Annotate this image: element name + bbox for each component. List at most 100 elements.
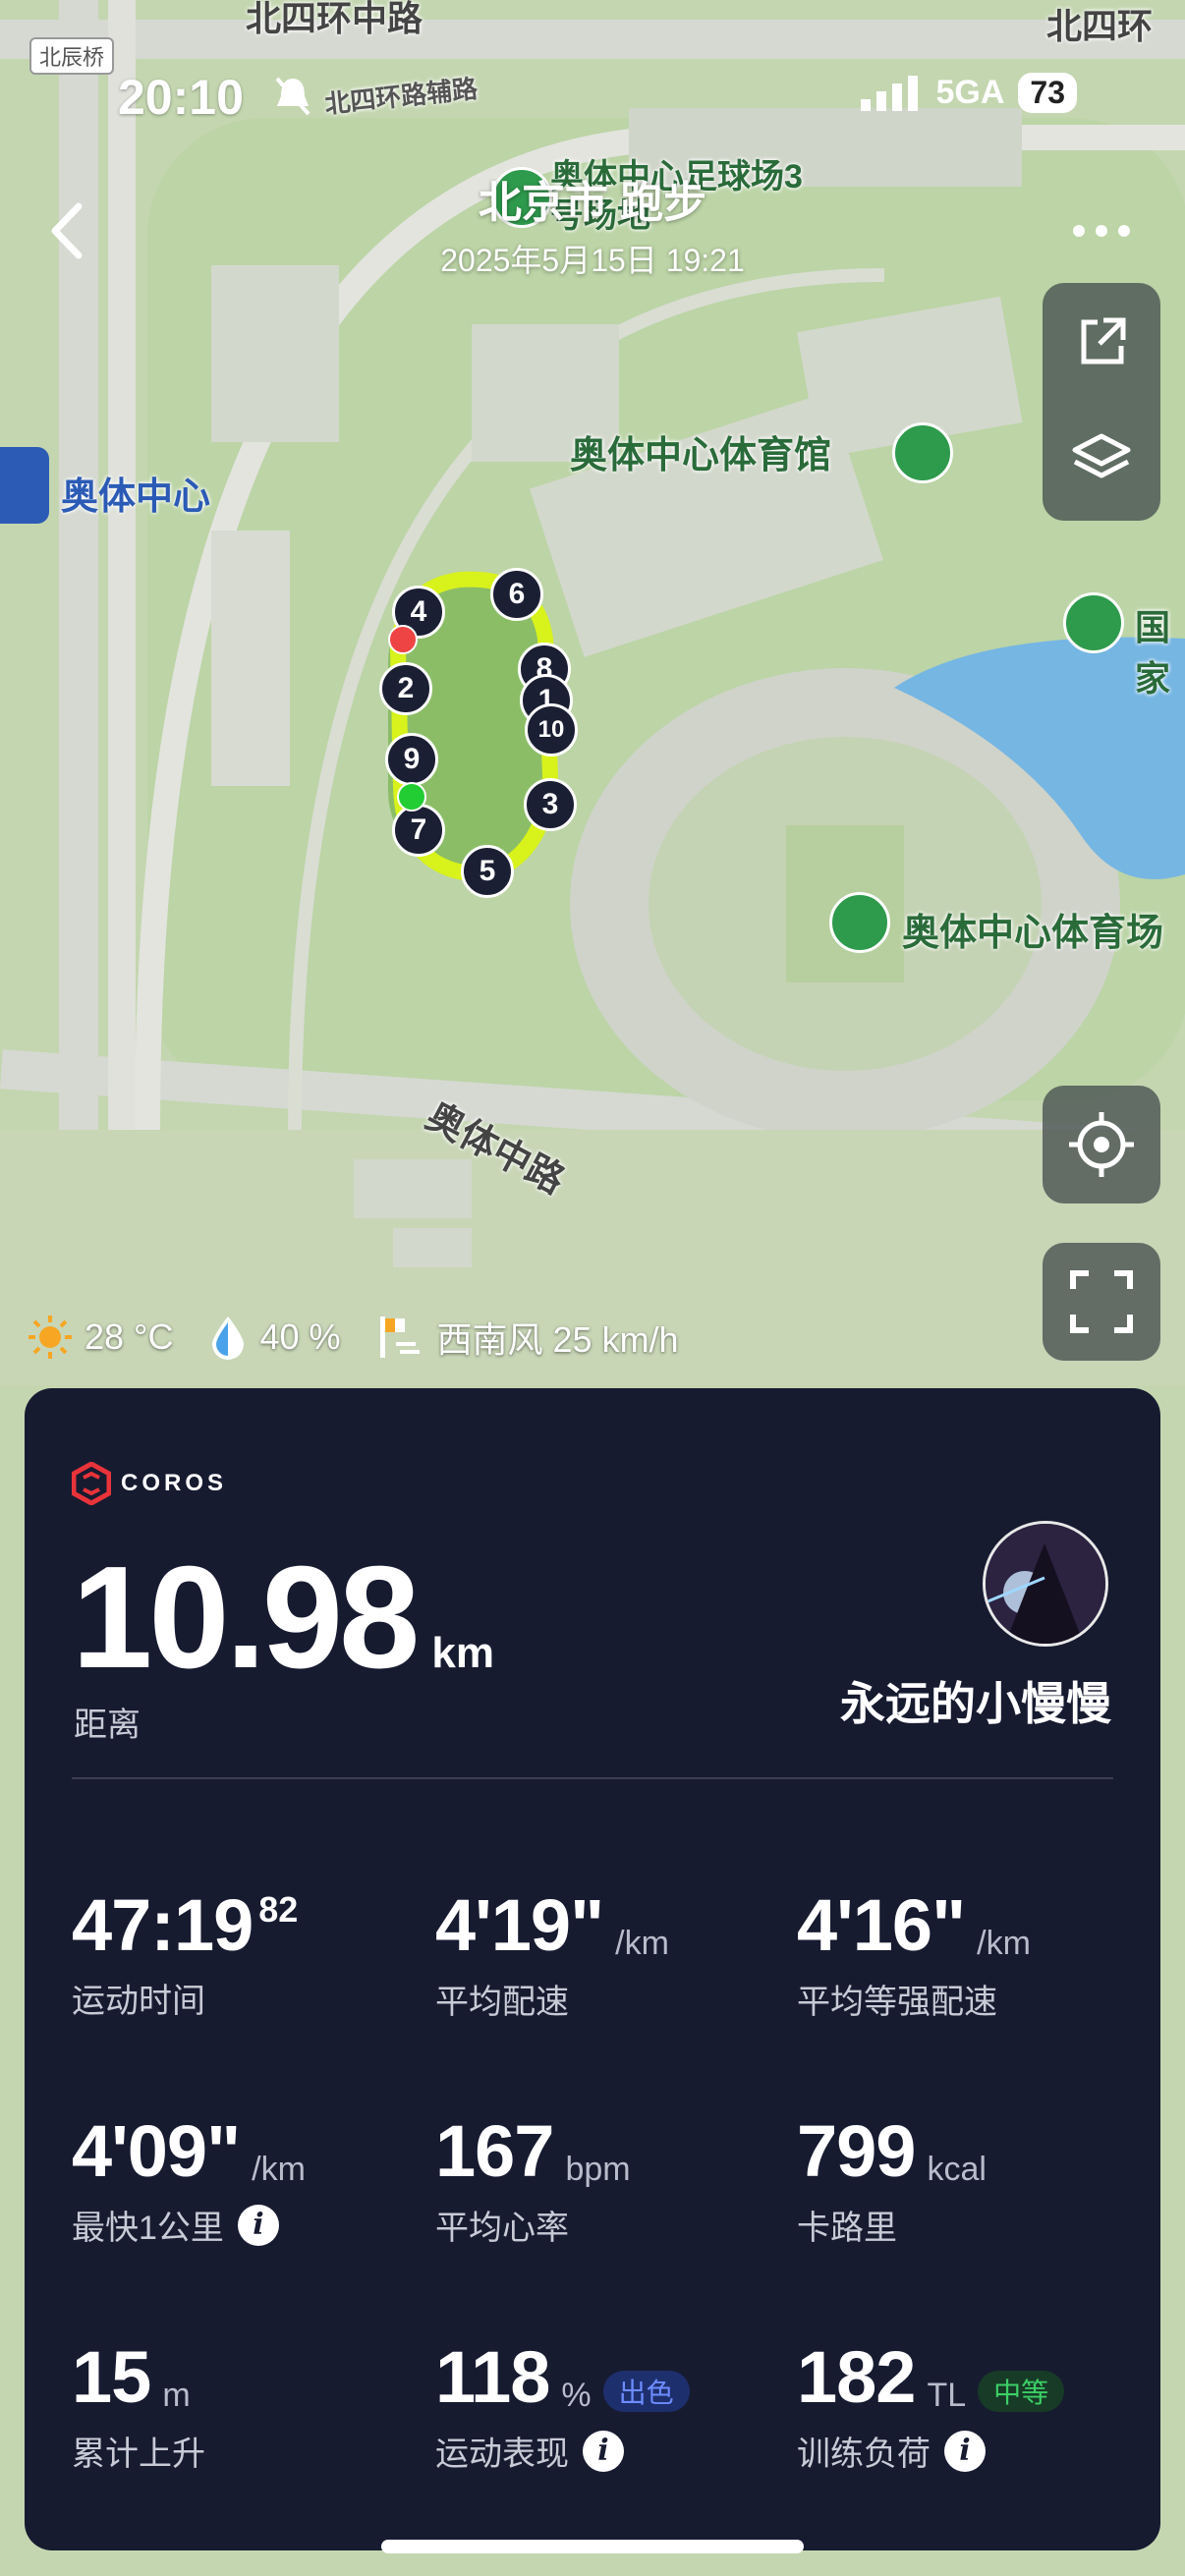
stat-label-row: 卡路里 bbox=[797, 2201, 1151, 2249]
stat-unit: m bbox=[162, 2377, 191, 2414]
stat-value-row: 4'19"/km bbox=[435, 1889, 789, 1963]
brand-logo: COROS bbox=[72, 1462, 227, 1505]
venue-icon bbox=[829, 892, 890, 953]
stat-item: 799 kcal 卡路里 bbox=[797, 2115, 1151, 2249]
stat-value-row: 47:19 82 bbox=[72, 1889, 425, 1962]
stat-value-row: 167 bpm bbox=[435, 2115, 789, 2189]
wind: 西南风 25 km/h bbox=[436, 1319, 679, 1360]
km-marker: 7 bbox=[392, 804, 445, 857]
stat-label: 卡路里 bbox=[797, 2210, 897, 2247]
more-icon[interactable] bbox=[1067, 206, 1136, 255]
stat-label-row: 平均心率 bbox=[435, 2201, 789, 2249]
status-time: 20:10 bbox=[118, 70, 244, 125]
activity-datetime: 2025年5月15日 19:21 bbox=[440, 243, 745, 278]
stat-unit: /km bbox=[977, 1925, 1031, 1962]
distance-number: 10.98 bbox=[72, 1537, 420, 1699]
stat-label-row: 平均配速 bbox=[435, 1975, 789, 2023]
fullscreen-icon bbox=[1070, 1270, 1133, 1333]
km-marker: 5 bbox=[461, 845, 514, 898]
share-button[interactable] bbox=[1043, 283, 1160, 401]
stat-value: 118 bbox=[435, 2336, 550, 2418]
layers-button[interactable] bbox=[1043, 401, 1160, 519]
stat-unit: % bbox=[561, 2377, 592, 2414]
layers-icon bbox=[1072, 433, 1131, 478]
divider bbox=[72, 1777, 1113, 1779]
stat-hundredths: 82 bbox=[258, 1889, 299, 1930]
stat-label: 运动时间 bbox=[72, 1983, 205, 2020]
stat-unit: /km bbox=[615, 1925, 669, 1962]
stat-label-row: 最快1公里 i bbox=[72, 2201, 425, 2249]
status-bar: 20:10 5GA 73 bbox=[0, 59, 1185, 125]
humidity: 40 % bbox=[259, 1316, 341, 1357]
page-title: 北京市 跑步 bbox=[478, 179, 707, 227]
stat-item[interactable]: 118% 出色 运动表现 i bbox=[435, 2341, 789, 2475]
fullscreen-button[interactable] bbox=[1043, 1243, 1160, 1361]
km-marker: 6 bbox=[490, 568, 543, 621]
stat-label: 平均配速 bbox=[435, 1984, 569, 2021]
stat-value-row: 4'16"/km bbox=[797, 1889, 1151, 1963]
stat-label: 平均心率 bbox=[435, 2210, 569, 2247]
stat-unit: kcal bbox=[927, 2151, 987, 2188]
stat-item[interactable]: 4'09"/km 最快1公里 i bbox=[72, 2115, 425, 2249]
brand-name: COROS bbox=[121, 1470, 228, 1496]
sun-icon bbox=[28, 1316, 72, 1359]
stat-badge: 中等 bbox=[978, 2371, 1065, 2412]
stat-value-row: 182 TL 中等 bbox=[797, 2341, 1151, 2415]
locate-icon bbox=[1069, 1112, 1134, 1177]
stat-value: 15 bbox=[72, 2336, 151, 2418]
stat-item: 47:19 82 运动时间 bbox=[72, 1889, 425, 2022]
map-tools-panel bbox=[1043, 283, 1160, 521]
stat-label-row: 训练负荷 i bbox=[797, 2427, 1151, 2475]
stat-unit: /km bbox=[252, 2151, 306, 2188]
battery-level: 73 bbox=[1018, 73, 1077, 113]
weather-bar: 28 °C 40 % 西南风 25 km/h bbox=[28, 1312, 699, 1363]
stat-value-row: 15 m bbox=[72, 2341, 425, 2415]
map-label-gym: 奥体中心体育馆 bbox=[570, 435, 832, 476]
home-indicator[interactable] bbox=[381, 2540, 804, 2553]
map-label-metro: 奥体中心 bbox=[61, 476, 211, 518]
metro-icon bbox=[0, 447, 49, 524]
stat-label: 平均等强配速 bbox=[797, 1984, 997, 2021]
info-icon[interactable]: i bbox=[583, 2430, 624, 2472]
stat-unit: TL bbox=[927, 2377, 967, 2414]
map-label-road: 北四环中路 bbox=[246, 0, 423, 38]
stat-badge: 出色 bbox=[602, 2371, 690, 2412]
map-label-guo: 国家 bbox=[1135, 607, 1171, 699]
username: 永远的小慢慢 bbox=[840, 1678, 1111, 1729]
stat-label: 最快1公里 bbox=[72, 2210, 224, 2247]
stat-item: 15 m 累计上升 bbox=[72, 2341, 425, 2475]
km-marker: 10 bbox=[525, 703, 578, 756]
share-icon bbox=[1081, 317, 1126, 364]
locate-button[interactable] bbox=[1043, 1086, 1160, 1204]
stat-item: 167 bpm 平均心率 bbox=[435, 2115, 789, 2249]
stat-label: 训练负荷 bbox=[797, 2436, 931, 2473]
wind-icon bbox=[379, 1316, 420, 1358]
stat-label-row: 累计上升 bbox=[72, 2427, 425, 2475]
bell-slash-icon bbox=[275, 77, 310, 116]
page-header: 北京市 跑步 2025年5月15日 19:21 bbox=[0, 167, 1185, 281]
signal-icon bbox=[861, 75, 919, 111]
info-icon[interactable]: i bbox=[237, 2204, 279, 2246]
stat-value: 799 bbox=[797, 2110, 916, 2192]
distance-value: 10.98 km bbox=[72, 1545, 494, 1691]
stat-label-row: 运动时间 bbox=[72, 1974, 425, 2022]
distance-unit: km bbox=[431, 1629, 494, 1677]
stat-label: 累计上升 bbox=[72, 2436, 205, 2473]
stat-item: 4'19"/km 平均配速 bbox=[435, 1889, 789, 2023]
stat-value: 4'09" bbox=[72, 2110, 241, 2192]
stat-item: 4'16"/km 平均等强配速 bbox=[797, 1889, 1151, 2023]
temperature: 28 °C bbox=[85, 1316, 174, 1357]
stat-label: 运动表现 bbox=[435, 2436, 569, 2473]
end-point-marker bbox=[388, 625, 418, 654]
stat-value: 167 bbox=[435, 2110, 554, 2192]
stat-value: 182 bbox=[797, 2336, 916, 2418]
venue-icon bbox=[892, 422, 953, 483]
info-icon[interactable]: i bbox=[944, 2430, 986, 2472]
avatar[interactable] bbox=[983, 1521, 1108, 1647]
stat-item[interactable]: 182 TL 中等 训练负荷 i bbox=[797, 2341, 1151, 2475]
stat-value-row: 4'09"/km bbox=[72, 2115, 425, 2189]
humidity-icon bbox=[212, 1316, 245, 1360]
stat-value-row: 118% 出色 bbox=[435, 2341, 789, 2415]
coros-logo-icon bbox=[72, 1462, 111, 1505]
network-type: 5GA bbox=[935, 74, 1005, 111]
